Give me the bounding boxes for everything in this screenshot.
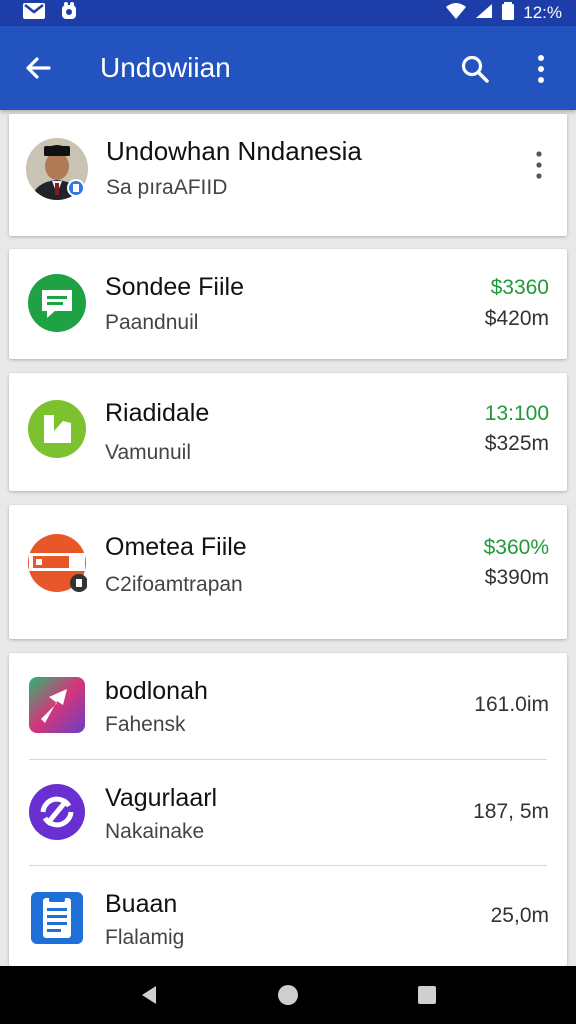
profile-name: Undowhan Nndanesia [106, 136, 362, 166]
list-item[interactable]: Riadidale Vamunuil 13:100 $325m [9, 373, 567, 491]
circle-home-icon [277, 985, 298, 1005]
triangle-back-icon [142, 986, 157, 1004]
item-value: 187, 5m [473, 800, 549, 823]
signal-icon [475, 3, 493, 24]
item-name: Riadidale [105, 399, 210, 427]
nav-home-button[interactable] [268, 975, 308, 1015]
system-nav-bar [0, 966, 576, 1024]
profile-subtitle: Sa pıraAFIID [106, 176, 228, 199]
document-app-icon [27, 888, 87, 948]
profile-card[interactable]: Undowhan Nndanesia Sa pıraAFIID [9, 114, 567, 236]
nav-back-button[interactable] [129, 975, 169, 1015]
item-value: 161.0im [474, 693, 549, 716]
item-subtitle: Paandnuil [105, 311, 199, 334]
item-value: $325m [484, 432, 549, 455]
lime-app-icon [27, 399, 87, 459]
notification-app-icon [60, 1, 78, 26]
list-item[interactable]: Buaan Flalamig 25,0m [9, 866, 567, 966]
mail-icon [22, 2, 46, 25]
purple-app-icon [27, 782, 87, 842]
square-recents-icon [417, 986, 436, 1004]
item-value-change: 13:100 [484, 402, 549, 425]
app-bar: Undowiian [0, 26, 576, 110]
list-item[interactable]: Ometea Fiile C2ifoamtrapan $360% $390m [9, 505, 567, 639]
item-name: Vagurlaarl [105, 784, 218, 812]
app-list-card: bodlonah Fahensk 161.0im Vagurlaarl Naka… [9, 653, 567, 966]
back-button[interactable] [20, 50, 56, 86]
orange-app-icon [27, 533, 88, 593]
item-value: $390m [484, 566, 549, 589]
battery-icon [501, 1, 515, 25]
item-value-change: $360% [483, 536, 549, 559]
status-time: 12:% [523, 3, 562, 22]
item-name: Ometea Fiile [105, 533, 247, 561]
item-subtitle: Fahensk [105, 713, 186, 736]
status-bar: 12:% [0, 0, 576, 26]
list-item[interactable]: Sondee Fiile Paandnuil $3360 $420m [9, 249, 567, 359]
item-value: $420m [484, 307, 549, 330]
more-vert-icon [536, 151, 542, 179]
overflow-menu-button[interactable] [522, 50, 560, 88]
page-title: Undowiian [100, 52, 231, 83]
item-name: bodlonah [105, 677, 208, 705]
item-subtitle: Vamunuil [105, 441, 191, 464]
item-name: Sondee Fiile [105, 273, 244, 301]
more-vert-icon [538, 55, 544, 83]
arrow-back-icon [26, 57, 51, 79]
item-subtitle: Flalamig [105, 926, 185, 949]
item-value: 25,0m [490, 904, 549, 927]
list-item[interactable]: bodlonah Fahensk 161.0im [9, 653, 567, 759]
item-subtitle: C2ifoamtrapan [105, 573, 243, 596]
list-item[interactable]: Vagurlaarl Nakainake 187, 5m [9, 760, 567, 865]
avatar [25, 136, 89, 202]
item-value-change: $3360 [490, 276, 549, 299]
gradient-app-icon [27, 675, 87, 735]
profile-menu-button[interactable] [533, 150, 545, 180]
wifi-icon [445, 2, 467, 24]
nav-recents-button[interactable] [407, 975, 447, 1015]
search-icon [461, 55, 489, 83]
item-name: Buaan [105, 890, 178, 918]
chat-bubble-icon [27, 273, 87, 333]
item-subtitle: Nakainake [105, 820, 205, 843]
search-button[interactable] [456, 50, 494, 88]
